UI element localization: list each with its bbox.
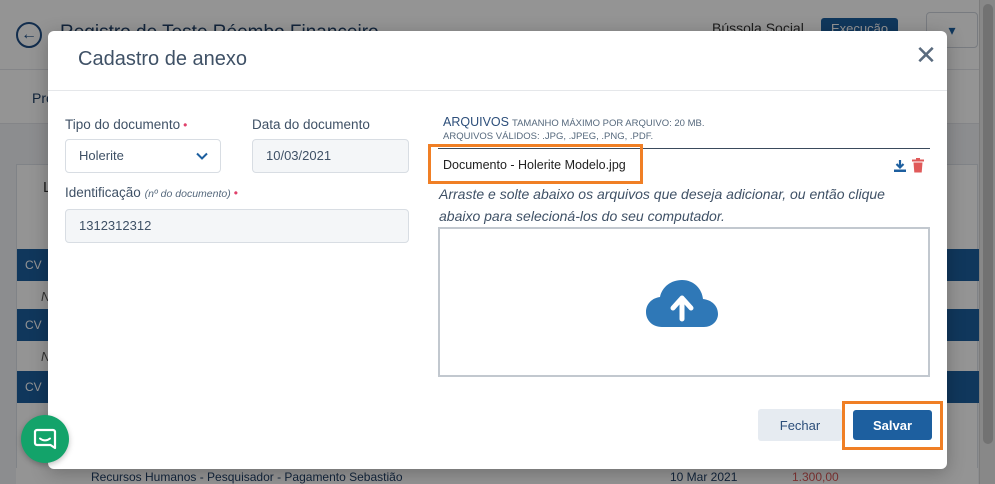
trash-icon[interactable]: [911, 158, 925, 173]
arquivos-header: ARQUIVOS TAMANHO MÁXIMO POR ARQUIVO: 20 M…: [443, 115, 705, 129]
data-documento-label: Data do documento: [252, 117, 370, 132]
fechar-button[interactable]: Fechar: [758, 409, 842, 441]
modal-title: Cadastro de anexo: [78, 48, 248, 70]
identificacao-value: 1312312312: [79, 218, 152, 233]
data-documento-input[interactable]: 10/03/2021: [252, 139, 409, 173]
identificacao-label-text: Identificação: [65, 185, 141, 200]
arquivos-title: ARQUIVOS: [443, 115, 509, 129]
chevron-down-icon: [196, 152, 208, 160]
chat-icon: [33, 428, 57, 450]
highlight-box: [428, 144, 643, 184]
tipo-documento-label-text: Tipo do documento: [65, 117, 181, 132]
tipo-documento-select[interactable]: Holerite: [65, 139, 221, 173]
arquivos-max-size: TAMANHO MÁXIMO POR ARQUIVO: 20 MB.: [512, 118, 705, 129]
dropzone-instructions: Arraste e solte abaixo os arquivos que d…: [439, 186, 885, 224]
required-mark: •: [183, 118, 188, 132]
modal-header: Cadastro de anexo ✕: [48, 31, 947, 91]
cloud-upload-icon: [646, 280, 718, 327]
identificacao-label: Identificação (nº do documento) •: [65, 185, 238, 200]
attachment-modal: Cadastro de anexo ✕ Tipo do documento • H…: [48, 31, 947, 469]
file-dropzone[interactable]: [438, 227, 930, 377]
download-icon[interactable]: [893, 159, 907, 173]
data-documento-value: 10/03/2021: [266, 148, 332, 163]
highlight-box: [842, 401, 943, 450]
close-icon[interactable]: ✕: [914, 41, 938, 69]
chat-widget-button[interactable]: [21, 415, 69, 463]
identificacao-hint: (nº do documento): [144, 188, 231, 200]
tipo-documento-value: Holerite: [79, 148, 124, 163]
arquivos-valid-types: ARQUIVOS VÁLIDOS: .JPG, .JPEG, .PNG, .PD…: [443, 131, 654, 141]
tipo-documento-label: Tipo do documento •: [65, 117, 187, 132]
identificacao-input[interactable]: 1312312312: [65, 209, 409, 243]
required-mark: •: [233, 186, 238, 200]
